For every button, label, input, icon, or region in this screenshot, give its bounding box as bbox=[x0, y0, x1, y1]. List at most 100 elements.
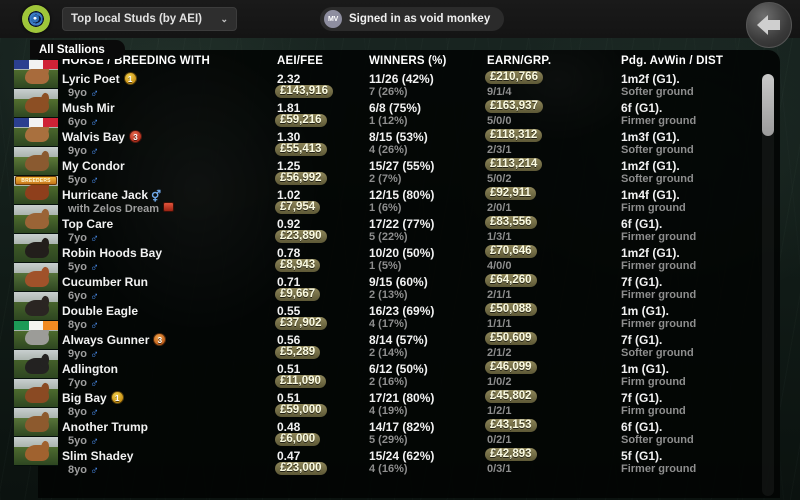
distance-value: 7f (G1). bbox=[621, 275, 663, 289]
horse-thumbnail[interactable] bbox=[14, 321, 58, 350]
table-row[interactable]: Adlington 7yo ♂ 0.51 £11,090 6/12 (50%) 2 (16%… bbox=[38, 361, 780, 391]
eye-logo-icon[interactable] bbox=[22, 5, 50, 33]
aei-value: 0.71 bbox=[277, 275, 301, 289]
group-record: 1/2/1 bbox=[487, 405, 512, 417]
earnings-value: £64,260 bbox=[485, 274, 537, 287]
winners-sub-value: 1 (5%) bbox=[369, 260, 402, 272]
winners-sub-value: 1 (12%) bbox=[369, 115, 408, 127]
stud-fee-value: £6,000 bbox=[275, 433, 321, 446]
breeders-cup-banner-icon: BREEDERS bbox=[15, 176, 57, 185]
earnings-value: £42,893 bbox=[485, 448, 537, 461]
table-row[interactable]: Always Gunner 3 9yo ♂ 0.56 £5,289 8/14 (57%) 2 … bbox=[38, 332, 780, 362]
horse-subinfo: 8yo ♂ bbox=[68, 463, 99, 477]
account-status-pill[interactable]: MV Signed in as void monkey bbox=[320, 7, 505, 31]
group-record: 1/3/1 bbox=[487, 231, 512, 243]
column-header-winners[interactable]: WINNERS (%) bbox=[369, 55, 447, 67]
sex-symbol-icon: ♂ bbox=[89, 144, 99, 158]
ground-preference: Softer ground bbox=[621, 434, 694, 446]
horse-name[interactable]: Lyric Poet 1 bbox=[62, 72, 137, 86]
sex-symbol-icon: ♂ bbox=[89, 434, 99, 448]
horse-name[interactable]: Cucumber Run bbox=[62, 275, 148, 289]
stud-fee-value: £23,890 bbox=[275, 230, 327, 243]
table-row[interactable]: Slim Shadey 8yo ♂ 0.47 £23,000 15/24 (62%) 4 (… bbox=[38, 448, 780, 478]
horse-thumbnail[interactable]: BREEDERS bbox=[14, 176, 58, 205]
table-row[interactable]: Lyric Poet 1 9yo ♂ 2.32 £143,916 11/26 (42%) 7 … bbox=[38, 71, 780, 101]
horse-name[interactable]: Top Care bbox=[62, 217, 113, 231]
horse-name[interactable]: Another Trump bbox=[62, 420, 148, 434]
ground-preference: Firmer ground bbox=[621, 289, 697, 301]
tab-all-stallions[interactable]: All Stallions bbox=[30, 40, 125, 59]
horse-thumbnail[interactable] bbox=[14, 118, 58, 147]
table-row[interactable]: Hurricane Jack ⚥ with Zelos Dream 1.02 £7,95… bbox=[38, 187, 780, 217]
earnings-value: £43,153 bbox=[485, 419, 537, 432]
table-row[interactable]: Walvis Bay 3 9yo ♂ 1.30 £55,413 8/15 (53%) 4 (2… bbox=[38, 129, 780, 159]
table-row[interactable]: Double Eagle 8yo ♂ 0.55 £37,902 16/23 (69%) 4 … bbox=[38, 303, 780, 333]
ground-preference: Firmer ground bbox=[621, 318, 697, 330]
stud-fee-value: £23,000 bbox=[275, 462, 327, 475]
horse-thumbnail[interactable] bbox=[14, 437, 58, 466]
stud-fee-value: £56,992 bbox=[275, 172, 327, 185]
column-header-dist[interactable]: Pdg. AvWin / DIST bbox=[621, 55, 723, 67]
horse-name[interactable]: Robin Hoods Bay bbox=[62, 246, 162, 260]
stud-fee-value: £8,943 bbox=[275, 259, 321, 272]
country-flag-icon bbox=[14, 60, 58, 69]
horse-subinfo: 6yo ♂ bbox=[68, 115, 99, 129]
back-button[interactable] bbox=[746, 2, 792, 48]
aei-value: 0.78 bbox=[277, 246, 301, 260]
aei-value: 1.81 bbox=[277, 101, 301, 115]
horse-name[interactable]: Adlington bbox=[62, 362, 118, 376]
earnings-value: £210,766 bbox=[485, 71, 543, 84]
horse-name[interactable]: Double Eagle bbox=[62, 304, 138, 318]
winners-value: 6/12 (50%) bbox=[369, 362, 428, 376]
horse-name[interactable]: My Condor bbox=[62, 159, 125, 173]
horse-name[interactable]: Slim Shadey bbox=[62, 449, 133, 463]
horse-name[interactable]: Always Gunner 3 bbox=[62, 333, 167, 347]
winners-value: 9/15 (60%) bbox=[369, 275, 428, 289]
earnings-value: £50,609 bbox=[485, 332, 537, 345]
view-mode-dropdown[interactable]: Top local Studs (by AEI) ⌄ bbox=[62, 7, 237, 31]
horse-thumbnail[interactable] bbox=[14, 263, 58, 292]
page-background: All Stallions HORSE / BREEDING WITH AEI/… bbox=[0, 38, 800, 500]
winners-value: 15/27 (55%) bbox=[369, 159, 435, 173]
distance-value: 5f (G1). bbox=[621, 449, 663, 463]
horse-thumbnail[interactable] bbox=[14, 89, 58, 118]
table-row[interactable]: Top Care 7yo ♂ 0.92 £23,890 17/22 (77%) 5 (22%… bbox=[38, 216, 780, 246]
horse-name[interactable]: Walvis Bay 3 bbox=[62, 130, 142, 144]
horse-thumbnail[interactable] bbox=[14, 147, 58, 176]
table-row[interactable]: Cucumber Run 6yo ♂ 0.71 £9,667 9/15 (60%) 2 (1… bbox=[38, 274, 780, 304]
column-header-aei[interactable]: AEI/FEE bbox=[277, 55, 323, 67]
table-row[interactable]: Another Trump 5yo ♂ 0.48 £6,000 14/17 (82%) 5 … bbox=[38, 419, 780, 449]
ground-preference: Firmer ground bbox=[621, 231, 697, 243]
column-header-earn[interactable]: EARN/GRP. bbox=[487, 55, 551, 67]
sex-symbol-icon: ♂ bbox=[89, 289, 99, 303]
horse-thumbnail[interactable] bbox=[14, 408, 58, 437]
table-row[interactable]: Robin Hoods Bay 5yo ♂ 0.78 £8,943 10/20 (50%)… bbox=[38, 245, 780, 275]
horse-subinfo: 9yo ♂ bbox=[68, 86, 99, 100]
ground-preference: Softer ground bbox=[621, 347, 694, 359]
horse-thumbnail[interactable] bbox=[14, 205, 58, 234]
winners-sub-value: 4 (26%) bbox=[369, 144, 408, 156]
ground-preference: Firm ground bbox=[621, 202, 686, 214]
scrollbar-thumb[interactable] bbox=[762, 74, 774, 136]
winners-sub-value: 2 (14%) bbox=[369, 347, 408, 359]
horse-thumbnail[interactable] bbox=[14, 350, 58, 379]
horse-name[interactable]: Mush Mir bbox=[62, 101, 115, 115]
stud-fee-value: £55,413 bbox=[275, 143, 327, 156]
table-row[interactable]: Big Bay 1 8yo ♂ 0.51 £59,000 17/21 (80%) 4 (19%… bbox=[38, 390, 780, 420]
ground-preference: Softer ground bbox=[621, 86, 694, 98]
chevron-down-icon: ⌄ bbox=[220, 13, 228, 24]
horse-name[interactable]: Hurricane Jack ⚥ bbox=[62, 188, 161, 203]
winners-sub-value: 2 (7%) bbox=[369, 173, 402, 185]
table-row[interactable]: My Condor 5yo ♂ 1.25 £56,992 15/27 (55%) 2 (7%… bbox=[38, 158, 780, 188]
horse-name[interactable]: Big Bay 1 bbox=[62, 391, 124, 405]
horse-thumbnail[interactable] bbox=[14, 292, 58, 321]
horse-subinfo: 5yo ♂ bbox=[68, 173, 99, 187]
view-mode-dropdown-value: Top local Studs (by AEI) bbox=[71, 13, 202, 25]
horse-thumbnail[interactable] bbox=[14, 60, 58, 89]
vertical-scrollbar[interactable] bbox=[762, 74, 774, 496]
horse-thumbnail[interactable] bbox=[14, 379, 58, 408]
ground-preference: Softer ground bbox=[621, 144, 694, 156]
table-row[interactable]: Mush Mir 6yo ♂ 1.81 £59,216 6/8 (75%) 1 (12%) £… bbox=[38, 100, 780, 130]
winners-value: 10/20 (50%) bbox=[369, 246, 435, 260]
horse-thumbnail[interactable] bbox=[14, 234, 58, 263]
